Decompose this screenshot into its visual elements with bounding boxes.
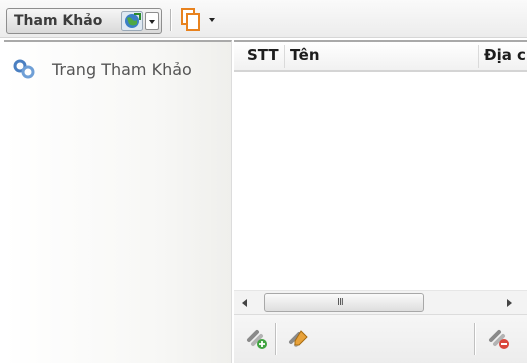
toolbar-separator <box>170 9 172 31</box>
action-separator <box>474 323 476 355</box>
edit-link-button[interactable] <box>286 325 312 351</box>
horizontal-scrollbar[interactable]: III <box>234 290 527 314</box>
combo-dropdown-arrow[interactable] <box>145 12 159 30</box>
reference-combo-label: Tham Khảo <box>14 13 103 29</box>
grid-header: STT Tên Địa chỉ <box>234 42 527 72</box>
column-header-stt[interactable]: STT <box>247 46 279 64</box>
toolbar: Tham Khảo <box>0 0 527 38</box>
link-chain-icon <box>12 58 38 80</box>
delete-link-button[interactable] <box>486 325 512 351</box>
scroll-thumb[interactable]: III <box>264 293 424 312</box>
action-separator <box>275 323 277 355</box>
sidebar-item-trang-tham-khao[interactable]: Trang Tham Khảo <box>12 58 192 80</box>
left-panel: Trang Tham Khảo <box>4 40 232 363</box>
column-header-ten[interactable]: Tên <box>290 46 320 64</box>
add-link-icon <box>247 330 267 349</box>
column-header-dia-chi[interactable]: Địa chỉ <box>484 46 527 64</box>
links-grid-panel: STT Tên Địa chỉ III <box>234 40 527 363</box>
edit-link-icon <box>289 330 308 347</box>
delete-link-icon <box>489 330 509 349</box>
reference-combo[interactable]: Tham Khảo <box>6 8 162 34</box>
sidebar-item-label: Trang Tham Khảo <box>52 59 192 79</box>
globe-refresh-icon <box>121 11 143 31</box>
scroll-left-arrow[interactable] <box>238 296 252 310</box>
scroll-thumb-grip: III <box>337 297 344 308</box>
scroll-right-arrow[interactable] <box>502 296 516 310</box>
column-divider[interactable] <box>284 45 285 68</box>
chevron-down-icon <box>209 18 215 22</box>
action-bar <box>234 314 527 363</box>
grid-body[interactable] <box>234 72 527 290</box>
column-divider[interactable] <box>478 45 479 68</box>
add-link-button[interactable] <box>244 325 270 351</box>
copy-button[interactable] <box>178 7 218 33</box>
